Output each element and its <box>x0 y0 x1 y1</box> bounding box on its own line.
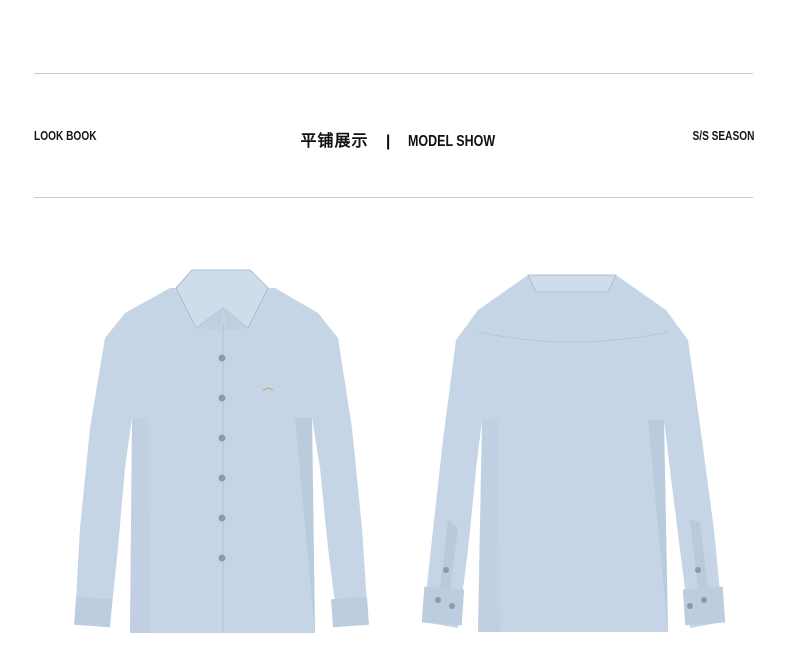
shirt-back-image <box>418 270 726 635</box>
shirt-front-illustration <box>74 269 369 633</box>
shirt-back-illustration <box>421 274 726 632</box>
shirt-front-image <box>70 268 372 633</box>
section-title: 平铺展示 | MODEL SHOW <box>0 127 790 151</box>
title-separator: | <box>385 133 391 150</box>
section-title-en: MODEL SHOW <box>407 133 495 150</box>
bottom-divider <box>34 197 753 198</box>
top-divider <box>34 73 753 74</box>
section-title-cn: 平铺展示 <box>300 131 369 150</box>
season-label: S/S SEASON <box>692 128 754 143</box>
